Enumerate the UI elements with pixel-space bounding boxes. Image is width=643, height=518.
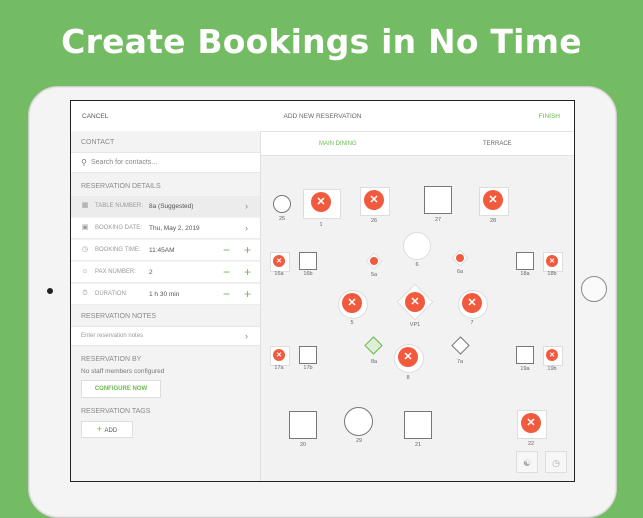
fork-knife-icon: ✕ bbox=[488, 194, 498, 206]
area-tabs: MAIN DINING TERRACE bbox=[261, 131, 574, 156]
page-title: ADD NEW RESERVATION bbox=[283, 113, 362, 120]
ipad-home-button bbox=[581, 276, 607, 302]
plus-icon: + bbox=[96, 424, 105, 434]
search-icon: ⚲ bbox=[81, 158, 87, 167]
nav-bar: CANCEL ADD NEW RESERVATION FINISH bbox=[71, 101, 574, 132]
chevron-right-icon: › bbox=[245, 201, 248, 211]
chevron-right-icon: › bbox=[245, 223, 248, 233]
pax-decrement-button[interactable]: − bbox=[223, 265, 230, 279]
app-screen: CANCEL ADD NEW RESERVATION FINISH CONTAC… bbox=[70, 100, 575, 482]
grid-icon: ▦ bbox=[81, 202, 89, 209]
floor-plan: 25 ✕ 1 ✕ 26 27 ✕ 28 ✕ 16a 16b 5a 6 6a 18… bbox=[261, 156, 574, 481]
timer-icon: ⏱ bbox=[82, 290, 88, 297]
finish-button[interactable]: FINISH bbox=[539, 113, 560, 120]
headline: Create Bookings in No Time bbox=[61, 22, 582, 61]
calendar-icon: ▣ bbox=[81, 224, 89, 231]
reservation-notes-input[interactable]: Enter reservation notes › bbox=[71, 326, 260, 346]
table-8a-label: 8a bbox=[370, 359, 378, 365]
notes-heading: RESERVATION NOTES bbox=[81, 313, 157, 320]
pax-label: PAX NUMBER: bbox=[95, 269, 136, 275]
configure-now-button[interactable]: CONFIGURE NOW bbox=[81, 380, 161, 398]
contact-heading: CONTACT bbox=[81, 139, 115, 146]
booking-time-increment-button[interactable]: + bbox=[244, 243, 251, 257]
table-number-value: 8a (Suggested) bbox=[149, 203, 194, 210]
add-tag-button[interactable]: + ADD bbox=[81, 421, 133, 438]
booking-time-value: 11:45AM bbox=[149, 247, 175, 254]
table-7a[interactable] bbox=[451, 336, 470, 355]
pax-increment-button[interactable]: + bbox=[244, 265, 251, 279]
booking-date-row[interactable]: ▣ BOOKING DATE: Thu, May 2, 2019 › bbox=[71, 218, 260, 239]
fork-knife-icon: ✕ bbox=[369, 194, 379, 206]
pax-value: 2 bbox=[149, 269, 153, 276]
contact-search-placeholder: Search for contacts... bbox=[91, 159, 158, 166]
pax-row: ☺ PAX NUMBER: 2 − + bbox=[71, 262, 260, 283]
chevron-right-icon: › bbox=[245, 331, 248, 341]
table-7a-label: 7a bbox=[456, 359, 464, 365]
tab-main-dining[interactable]: MAIN DINING bbox=[319, 141, 357, 147]
person-icon: ☺ bbox=[81, 268, 89, 275]
table-8a-suggested[interactable] bbox=[364, 336, 383, 355]
duration-decrement-button[interactable]: − bbox=[223, 287, 230, 301]
group-icon[interactable]: ☯ bbox=[516, 451, 538, 473]
reservation-by-heading: RESERVATION BY bbox=[81, 356, 142, 363]
clock-icon[interactable]: ◷ bbox=[545, 451, 567, 473]
reservation-sidebar: CONTACT ⚲ Search for contacts... RESERVA… bbox=[71, 131, 261, 481]
duration-value: 1 h 30 min bbox=[149, 291, 180, 298]
contact-search-input[interactable]: ⚲ Search for contacts... bbox=[71, 152, 260, 173]
clock-icon: ◷ bbox=[81, 246, 89, 253]
duration-row: ⏱ DURATION: 1 h 30 min − + bbox=[71, 284, 260, 305]
no-staff-text: No staff members configured bbox=[81, 368, 165, 375]
tab-terrace[interactable]: TERRACE bbox=[483, 141, 512, 147]
details-heading: RESERVATION DETAILS bbox=[81, 183, 161, 190]
tags-heading: RESERVATION TAGS bbox=[81, 408, 151, 415]
duration-increment-button[interactable]: + bbox=[244, 287, 251, 301]
table-number-row[interactable]: ▦ TABLE NUMBER: 8a (Suggested) › bbox=[71, 196, 260, 217]
booking-time-decrement-button[interactable]: − bbox=[223, 243, 230, 257]
booking-date-label: BOOKING DATE: bbox=[95, 225, 142, 231]
notes-placeholder: Enter reservation notes bbox=[81, 333, 144, 339]
table-number-label: TABLE NUMBER: bbox=[95, 203, 143, 209]
ipad-camera bbox=[47, 288, 53, 294]
add-tag-label: ADD bbox=[104, 428, 118, 434]
booking-date-value: Thu, May 2, 2019 bbox=[149, 225, 200, 232]
fork-knife-icon: ✕ bbox=[316, 196, 326, 208]
duration-label: DURATION: bbox=[95, 291, 128, 297]
booking-time-row: ◷ BOOKING TIME: 11:45AM − + bbox=[71, 240, 260, 261]
booking-time-label: BOOKING TIME: bbox=[95, 247, 141, 253]
